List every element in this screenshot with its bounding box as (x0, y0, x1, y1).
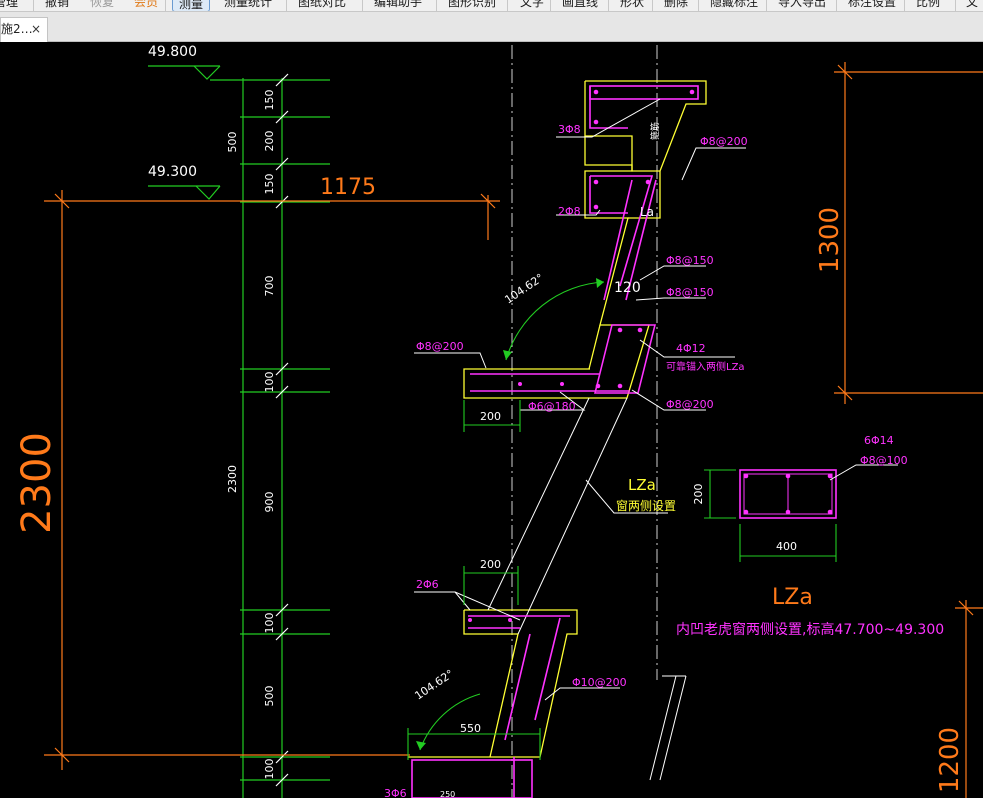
toolbar-separator (362, 0, 363, 11)
toolbar-item[interactable]: 编辑助手 (374, 0, 422, 8)
toolbar-item[interactable]: 测量 (172, 0, 211, 11)
dim-200: 200 (263, 131, 276, 152)
label-phi8-150b: Φ8@150 (666, 286, 714, 299)
toolbar-separator (652, 0, 653, 11)
toolbar-item[interactable]: 导入导出 (778, 0, 826, 8)
toolbar-item[interactable]: 图纸对比 (298, 0, 346, 8)
toolbar-item[interactable]: 删除 (664, 0, 688, 8)
elevation-second: 49.300 (148, 164, 197, 180)
label-2d8: 2Φ8 (558, 205, 581, 218)
dim-1300: 1300 (815, 207, 845, 273)
toolbar-separator (836, 0, 837, 11)
label-3d8: 3Φ8 (558, 123, 581, 136)
dim-100a: 100 (263, 372, 276, 393)
toolbar-separator (436, 0, 437, 11)
toolbar-item[interactable]: 撤销 (45, 0, 69, 8)
toolbar-separator (286, 0, 287, 11)
label-window-both-sides: 窗两侧设置 (616, 499, 676, 513)
toolbar-separator (955, 0, 956, 11)
label-2d6: 2Φ6 (416, 578, 439, 591)
toolbar-separator (33, 0, 34, 11)
label-lza: LZa (628, 476, 656, 494)
dim-2300-small: 2300 (226, 465, 239, 493)
toolbar-item[interactable]: 文字 (520, 0, 544, 8)
dim-150b: 150 (263, 174, 276, 195)
toolbar-separator (766, 0, 767, 11)
label-section-note: 内凹老虎窗两侧设置,标高47.700~49.300 (676, 621, 944, 638)
toolbar-item[interactable]: 图形识别 (448, 0, 496, 8)
label-550: 550 (460, 722, 481, 735)
label-4d12: 4Φ12 (676, 342, 706, 355)
dim-150a: 150 (263, 90, 276, 111)
label-phi8-200-left: Φ8@200 (416, 340, 464, 353)
label-h200: 200 (692, 484, 705, 505)
label-3d6: 3Φ6 (384, 787, 407, 798)
toolbar-item[interactable]: 画直线 (562, 0, 598, 8)
toolbar-item[interactable]: 标注设置 (848, 0, 896, 8)
toolbar-separator (507, 0, 508, 11)
toolbar-item[interactable]: 测量统计 (224, 0, 272, 8)
label-stirrup-side: 箍筋 (649, 122, 661, 140)
label-phi10-200: Φ10@200 (572, 676, 627, 689)
toolbar-separator (904, 0, 905, 11)
label-200a: 200 (480, 410, 501, 423)
label-120: 120 (614, 280, 641, 296)
label-200b: 200 (480, 558, 501, 571)
toolbar-item[interactable]: 隐藏标注 (710, 0, 758, 8)
label-250: 250 (440, 790, 455, 798)
toolbar-separator (698, 0, 699, 11)
toolbar-separator (608, 0, 609, 11)
dim-1200: 1200 (935, 727, 965, 793)
label-la: La (640, 205, 654, 219)
tab-bar: 施2… × (0, 12, 983, 42)
label-phi8-200-top: Φ8@200 (700, 135, 748, 148)
label-phi8-200-mid: Φ8@200 (666, 398, 714, 411)
label-6d14: 6Φ14 (864, 434, 894, 447)
label-phi8-150a: Φ8@150 (666, 254, 714, 267)
label-phi8-100: Φ8@100 (860, 454, 908, 467)
toolbar-separator (165, 0, 166, 11)
close-icon[interactable]: × (31, 18, 41, 41)
drawing-tab[interactable]: 施2… × (0, 17, 48, 42)
cad-canvas[interactable]: 150 200 150 500 700 100 2300 900 100 500… (0, 42, 983, 798)
dim-100b: 100 (263, 613, 276, 634)
toolbar-item[interactable]: 会员 (134, 0, 158, 8)
label-phi6-180: Φ6@180 (528, 400, 576, 413)
toolbar-item[interactable]: 恢复 (90, 0, 114, 8)
toolbar-item[interactable]: 文 (966, 0, 978, 8)
dim-2300-large: 2300 (14, 432, 60, 534)
toolbar-separator (550, 0, 551, 11)
elevation-top: 49.800 (148, 44, 197, 60)
drawing-tab-title[interactable]: 施2… (1, 18, 33, 41)
label-lza-section: LZa (772, 585, 813, 610)
toolbar-item[interactable]: 比例 (916, 0, 940, 8)
dim-900: 900 (263, 492, 276, 513)
label-400: 400 (776, 540, 797, 553)
dim-700: 700 (263, 276, 276, 297)
toolbar-item[interactable]: 管理 (0, 0, 18, 8)
label-lza-note: 可靠锚入两侧LZa (666, 360, 745, 373)
dim-500b: 500 (263, 686, 276, 707)
main-toolbar: 管理 撤销 恢复 会员 测量 测量统计 图纸对比 编辑助手 图形识别 文字 画直线 形状 删除 隐藏标注 导… (0, 0, 983, 12)
dim-500a: 500 (226, 132, 239, 153)
dim-100c: 100 (263, 759, 276, 780)
toolbar-item[interactable]: 形状 (620, 0, 644, 8)
dim-1175: 1175 (320, 175, 376, 200)
